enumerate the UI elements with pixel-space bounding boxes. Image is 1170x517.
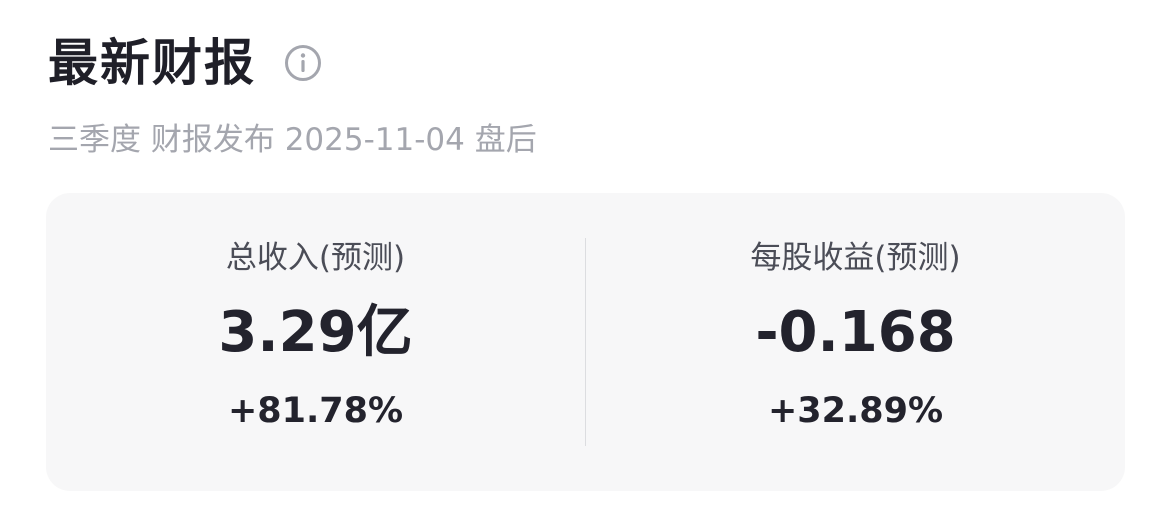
earnings-release-info: 三季度 财报发布 2025-11-04 盘后 — [48, 122, 537, 158]
metric-change: +81.78% — [227, 391, 404, 431]
metric-label: 总收入(预测) — [225, 240, 406, 276]
metric-label: 每股收益(预测) — [750, 240, 961, 276]
earnings-card[interactable]: 总收入(预测) 3.29亿 +81.78% 每股收益(预测) -0.168 +3… — [46, 193, 1125, 491]
info-circle-icon[interactable] — [284, 44, 322, 82]
metric-eps: 每股收益(预测) -0.168 +32.89% — [586, 193, 1125, 491]
metric-value: -0.168 — [755, 300, 956, 365]
section-header: 最新财报 — [48, 30, 322, 96]
metric-value: 3.29亿 — [218, 300, 413, 365]
section-title: 最新财报 — [48, 34, 256, 92]
metric-total-revenue: 总收入(预测) 3.29亿 +81.78% — [46, 193, 585, 491]
metric-change: +32.89% — [767, 391, 944, 431]
